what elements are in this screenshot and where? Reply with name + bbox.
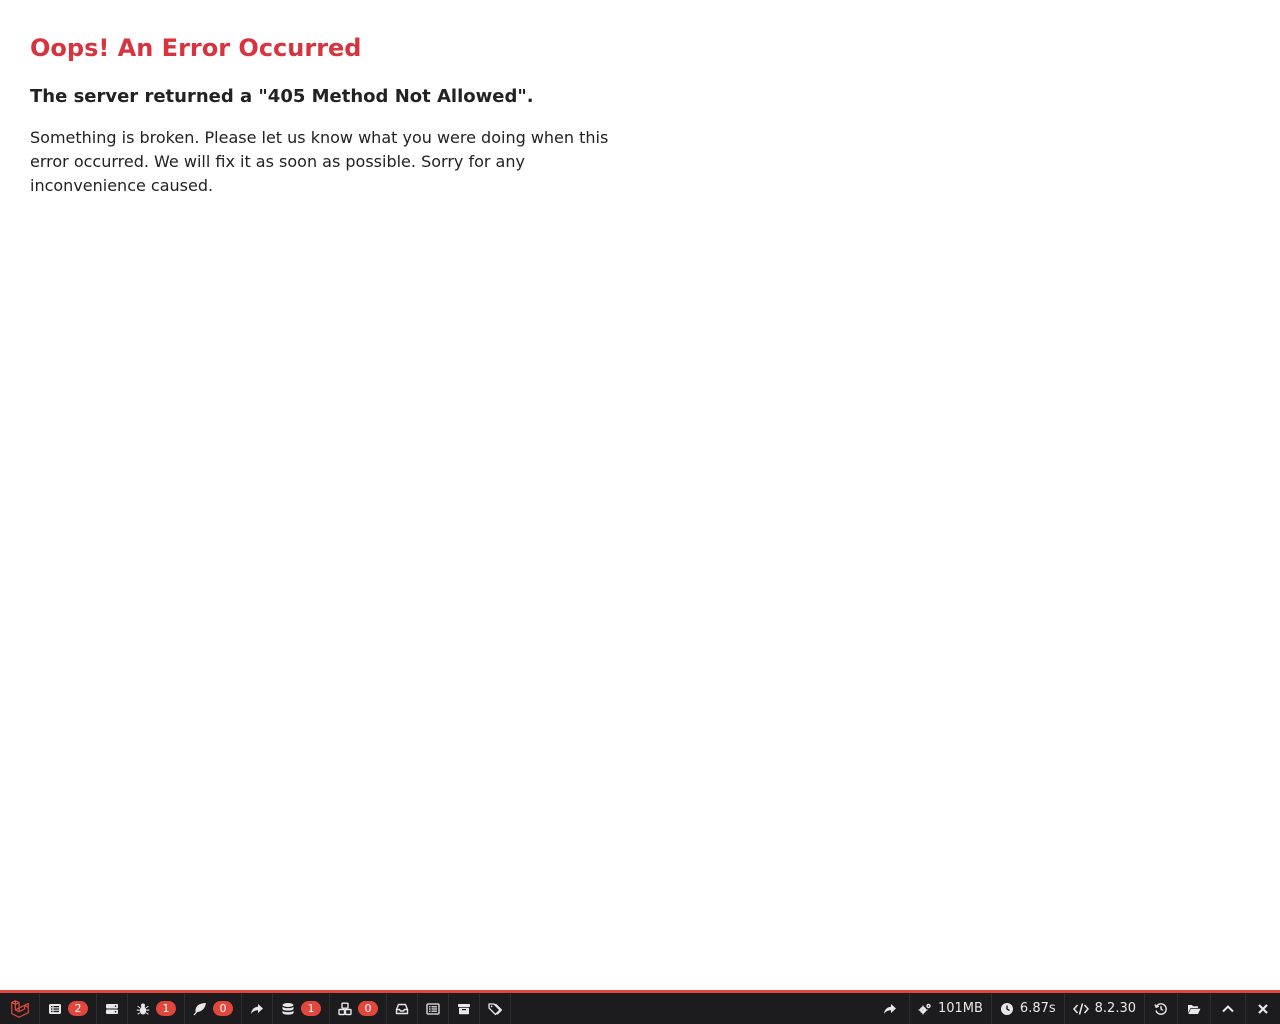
folder-open-icon (1187, 1002, 1201, 1016)
code-icon (1072, 1002, 1089, 1016)
close-icon (1256, 1002, 1270, 1016)
debugbar-queries-tab[interactable]: 1 (273, 993, 330, 1024)
share-icon (883, 1002, 897, 1016)
error-subtitle: The server returned a "405 Method Not Al… (30, 86, 534, 107)
cogs-icon (918, 1002, 932, 1016)
clock-icon (1000, 1002, 1014, 1016)
php-version-value: 8.2.30 (1094, 1001, 1136, 1016)
debugbar-logo-button[interactable] (0, 993, 40, 1024)
debugbar-models-tab[interactable]: 0 (330, 993, 387, 1024)
error-content: Oops! An Error Occurred The server retur… (30, 30, 630, 198)
history-icon (1154, 1002, 1168, 1016)
list-alt-icon (426, 1002, 440, 1016)
cubes-icon (338, 1002, 352, 1016)
debugbar-route-tab[interactable] (242, 993, 273, 1024)
debugbar-exceptions-tab[interactable]: 1 (128, 993, 185, 1024)
inbox-icon (395, 1002, 409, 1016)
debug-bar: 2 1 0 1 0 101MB 6.87s 8.2.30 (0, 990, 1280, 1024)
models-count-badge: 0 (358, 1001, 378, 1016)
debugbar-history-button[interactable] (1144, 993, 1177, 1024)
leaf-icon (193, 1002, 207, 1016)
queries-count-badge: 1 (301, 1001, 321, 1016)
chevron-up-icon (1221, 1002, 1235, 1016)
messages-count-badge: 2 (68, 1001, 88, 1016)
debugbar-session-tab[interactable] (449, 993, 480, 1024)
views-count-badge: 0 (213, 1001, 233, 1016)
database-icon (281, 1002, 295, 1016)
error-title: Oops! An Error Occurred (30, 34, 362, 62)
bug-icon (136, 1002, 150, 1016)
error-page: Oops! An Error Occurred The server retur… (0, 0, 1280, 1024)
share-icon (250, 1002, 264, 1016)
archive-icon (457, 1002, 471, 1016)
debugbar-tags-tab[interactable] (480, 993, 511, 1024)
request-time-value: 6.87s (1019, 1001, 1056, 1016)
list-icon (48, 1002, 62, 1016)
tags-icon (488, 1002, 502, 1016)
memory-usage-value: 101MB (937, 1001, 983, 1016)
debug-bar-left: 2 1 0 1 0 (0, 993, 511, 1024)
debugbar-php-version-indicator[interactable]: 8.2.30 (1063, 993, 1144, 1024)
debugbar-messages-tab[interactable]: 2 (40, 993, 97, 1024)
debugbar-views-tab[interactable]: 0 (185, 993, 242, 1024)
exceptions-count-badge: 1 (156, 1001, 176, 1016)
debugbar-maximize-button[interactable] (1210, 993, 1245, 1024)
laravel-logo-icon (9, 998, 31, 1020)
debugbar-close-button[interactable] (1245, 993, 1280, 1024)
debugbar-open-button[interactable] (1177, 993, 1210, 1024)
debugbar-mails-tab[interactable] (387, 993, 418, 1024)
server-icon (105, 1002, 119, 1016)
debugbar-request-tab[interactable] (97, 993, 128, 1024)
debugbar-redirect-button[interactable] (871, 993, 909, 1024)
debugbar-gate-tab[interactable] (418, 993, 449, 1024)
debugbar-memory-indicator[interactable]: 101MB (908, 993, 991, 1024)
error-message: Something is broken. Please let us know … (30, 128, 609, 195)
debug-bar-right: 101MB 6.87s 8.2.30 (871, 993, 1280, 1024)
debugbar-time-indicator[interactable]: 6.87s (990, 993, 1064, 1024)
